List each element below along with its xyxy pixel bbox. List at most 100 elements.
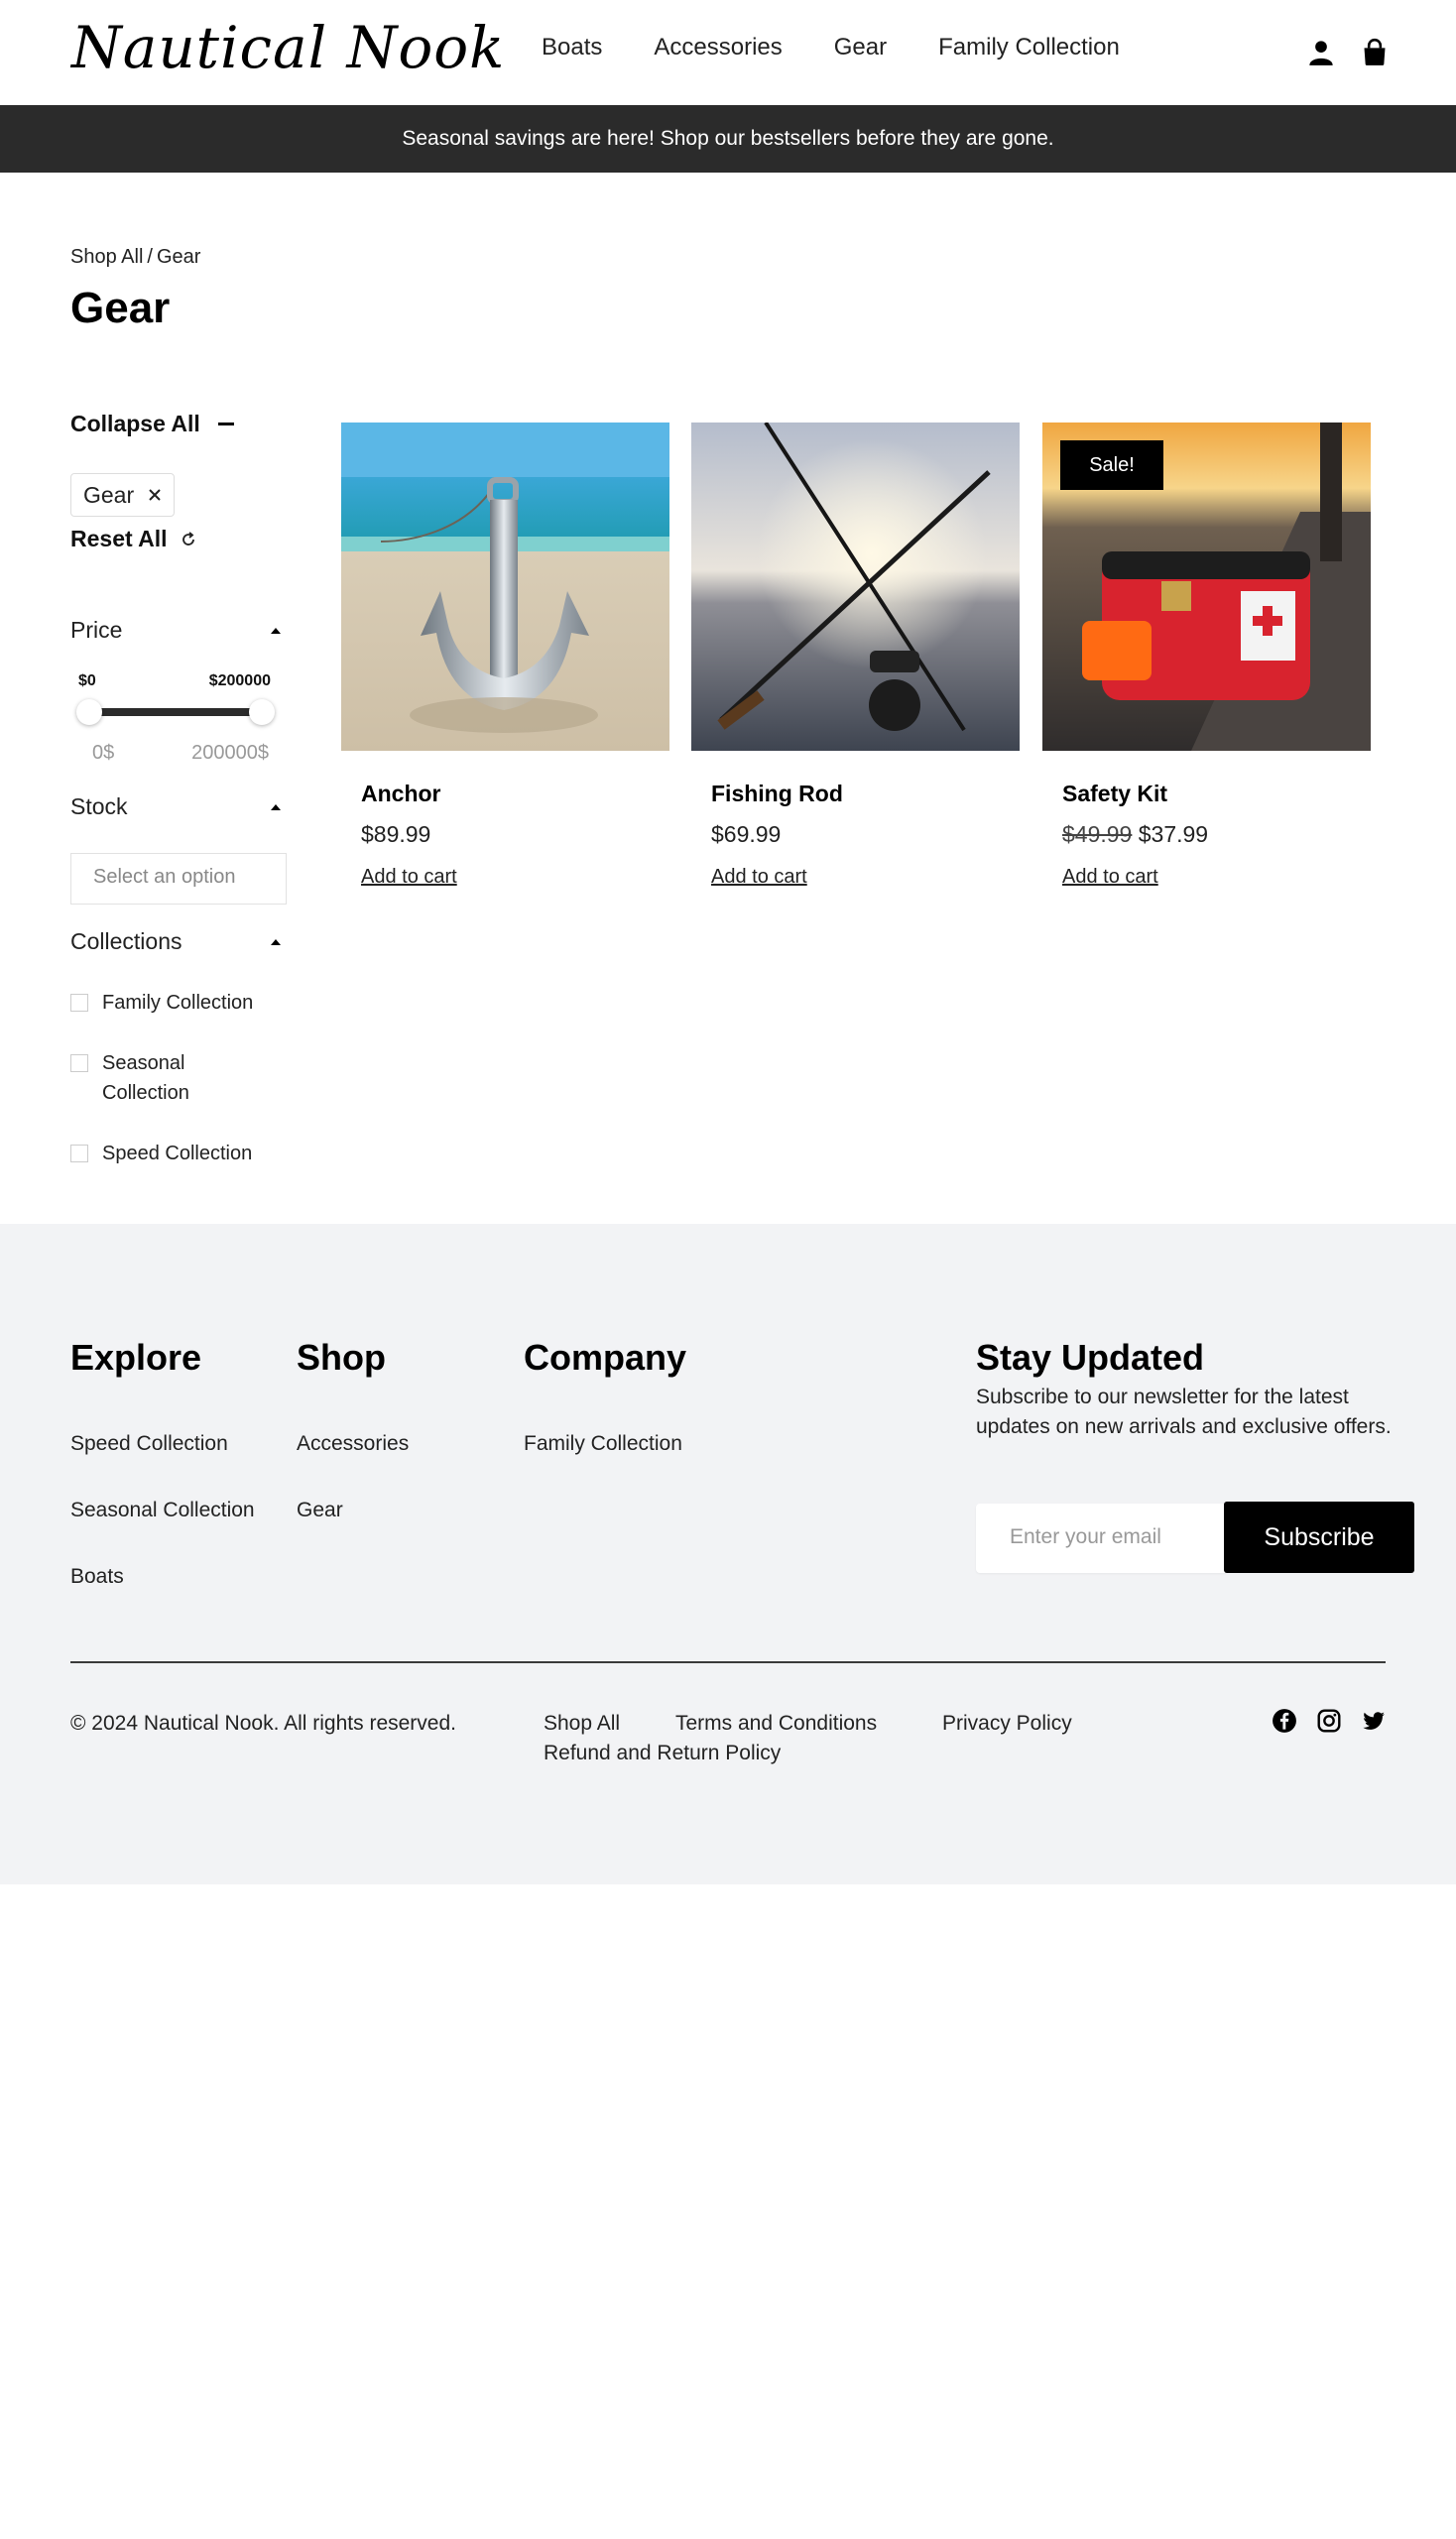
announcement-bar: Seasonal savings are here! Shop our best… <box>0 105 1456 173</box>
copyright: © 2024 Nautical Nook. All rights reserve… <box>70 1712 456 1735</box>
reset-all-label: Reset All <box>70 526 168 551</box>
collections-facet-heading: Collections <box>70 928 182 954</box>
chevron-up-icon <box>271 627 281 634</box>
collections-facet-toggle[interactable]: Collections <box>70 928 285 955</box>
minus-icon <box>217 423 234 425</box>
product-card[interactable]: Sale! Safety Kit $49.99 $37.99 Add to ca… <box>1042 423 1371 889</box>
price-range-values: 0$ 200000$ <box>70 742 269 765</box>
add-to-cart-button[interactable]: Add to cart <box>711 866 807 889</box>
cart-icon[interactable] <box>1361 38 1389 67</box>
footer-legal-link[interactable]: Privacy Policy <box>942 1712 1072 1736</box>
site-logo[interactable]: Nautical Nook <box>71 14 505 81</box>
chevron-up-icon <box>271 803 281 810</box>
price-range-slider[interactable] <box>70 699 285 725</box>
product-image-anchor[interactable] <box>341 423 669 751</box>
filter-family-collection[interactable]: Family Collection <box>70 988 253 1018</box>
add-to-cart-button[interactable]: Add to cart <box>1062 866 1158 889</box>
product-card[interactable]: Fishing Rod $69.99 Add to cart <box>691 423 1020 889</box>
price-range-labels: $0 $200000 <box>70 672 279 690</box>
filter-label: Family Collection <box>102 992 254 1014</box>
anchor-image <box>341 423 669 751</box>
nav-boats[interactable]: Boats <box>542 34 602 61</box>
breadcrumb-current: Gear <box>156 246 201 268</box>
subscribe-button[interactable]: Subscribe <box>1224 1502 1414 1573</box>
chevron-up-icon <box>271 938 281 945</box>
filter-label: Seasonal Collection <box>102 1052 189 1104</box>
active-filter-chip[interactable]: Gear <box>70 473 176 517</box>
checkbox[interactable] <box>70 1054 88 1072</box>
nav-family-collection[interactable]: Family Collection <box>938 34 1120 61</box>
product-image-safety-kit[interactable]: Sale! <box>1042 423 1371 751</box>
email-placeholder: Enter your email <box>1010 1525 1161 1548</box>
instagram-icon[interactable] <box>1316 1708 1342 1734</box>
product-price: $49.99 $37.99 <box>1062 821 1371 848</box>
stock-facet-heading: Stock <box>70 793 128 819</box>
product-price: $89.99 <box>361 821 669 848</box>
facebook-icon[interactable] <box>1272 1708 1297 1734</box>
footer-legal-link[interactable]: Refund and Return Policy <box>544 1742 781 1765</box>
price-max-value: 200000$ <box>191 742 269 764</box>
filter-label: Speed Collection <box>102 1143 253 1164</box>
footer-link[interactable]: Accessories <box>297 1432 409 1456</box>
refresh-icon <box>182 531 194 545</box>
footer-legal-link[interactable]: Terms and Conditions <box>675 1712 877 1736</box>
price-slider-max-handle[interactable] <box>249 699 275 725</box>
nav-gear[interactable]: Gear <box>834 34 887 61</box>
stock-facet-toggle[interactable]: Stock <box>70 793 285 820</box>
product-name[interactable]: Fishing Rod <box>711 781 1020 807</box>
breadcrumb-separator: / <box>147 246 153 268</box>
footer-link[interactable]: Seasonal Collection <box>70 1499 255 1522</box>
stock-select-placeholder: Select an option <box>93 866 236 888</box>
active-filter-label: Gear <box>83 481 135 508</box>
footer-divider <box>70 1661 1386 1663</box>
checkbox[interactable] <box>70 1145 88 1162</box>
product-price-value: $69.99 <box>711 821 782 847</box>
price-slider-min-handle[interactable] <box>76 699 102 725</box>
price-facet-toggle[interactable]: Price <box>70 617 285 644</box>
newsletter-text: Subscribe to our newsletter for the late… <box>976 1386 1392 1438</box>
site-header: Nautical Nook Boats Accessories Gear Fam… <box>0 0 1456 105</box>
nav-accessories[interactable]: Accessories <box>654 34 782 61</box>
price-max-label: $200000 <box>208 672 271 689</box>
site-footer: Explore Speed Collection Seasonal Collec… <box>0 1224 1456 1884</box>
footer-heading-explore: Explore <box>70 1337 202 1378</box>
sale-badge: Sale! <box>1060 440 1163 490</box>
collapse-all-label: Collapse All <box>70 411 200 436</box>
collapse-all-button[interactable]: Collapse All <box>70 411 234 437</box>
price-facet-heading: Price <box>70 617 123 643</box>
stock-select[interactable]: Select an option <box>70 853 287 905</box>
price-min-value: 0$ <box>92 742 115 764</box>
product-name[interactable]: Safety Kit <box>1062 781 1371 807</box>
product-card[interactable]: Anchor $89.99 Add to cart <box>341 423 669 889</box>
price-min-label: $0 <box>78 672 96 689</box>
footer-legal-link[interactable]: Shop All <box>544 1712 620 1736</box>
breadcrumb-shop-all[interactable]: Shop All <box>70 246 143 268</box>
product-price-value: $89.99 <box>361 821 431 847</box>
footer-link[interactable]: Boats <box>70 1565 124 1589</box>
product-name[interactable]: Anchor <box>361 781 669 807</box>
email-input[interactable]: Enter your email <box>976 1504 1226 1573</box>
product-old-price: $49.99 <box>1062 821 1133 847</box>
footer-link[interactable]: Speed Collection <box>70 1432 228 1456</box>
breadcrumb: Shop All / Gear <box>70 246 200 269</box>
filter-seasonal-collection[interactable]: Seasonal Collection <box>70 1048 279 1108</box>
add-to-cart-button[interactable]: Add to cart <box>361 866 457 889</box>
footer-heading-company: Company <box>524 1337 687 1378</box>
footer-link[interactable]: Family Collection <box>524 1432 682 1456</box>
footer-link[interactable]: Gear <box>297 1499 343 1522</box>
announcement-text: Seasonal savings are here! Shop our best… <box>402 127 1054 150</box>
account-icon[interactable] <box>1307 38 1335 67</box>
main-nav: Boats Accessories Gear Family Collection <box>542 34 1171 61</box>
product-image-fishing-rod[interactable] <box>691 423 1020 751</box>
reset-all-button[interactable]: Reset All <box>70 526 197 552</box>
fishing-rod-image <box>691 423 1020 751</box>
filter-speed-collection[interactable]: Speed Collection <box>70 1139 252 1168</box>
checkbox[interactable] <box>70 994 88 1012</box>
close-icon[interactable] <box>148 488 162 502</box>
twitter-icon[interactable] <box>1361 1708 1387 1734</box>
newsletter-heading: Stay Updated <box>976 1337 1205 1378</box>
product-price-value: $37.99 <box>1138 821 1209 847</box>
price-slider-track <box>88 708 267 716</box>
product-price: $69.99 <box>711 821 1020 848</box>
page-title: Gear <box>70 284 171 332</box>
